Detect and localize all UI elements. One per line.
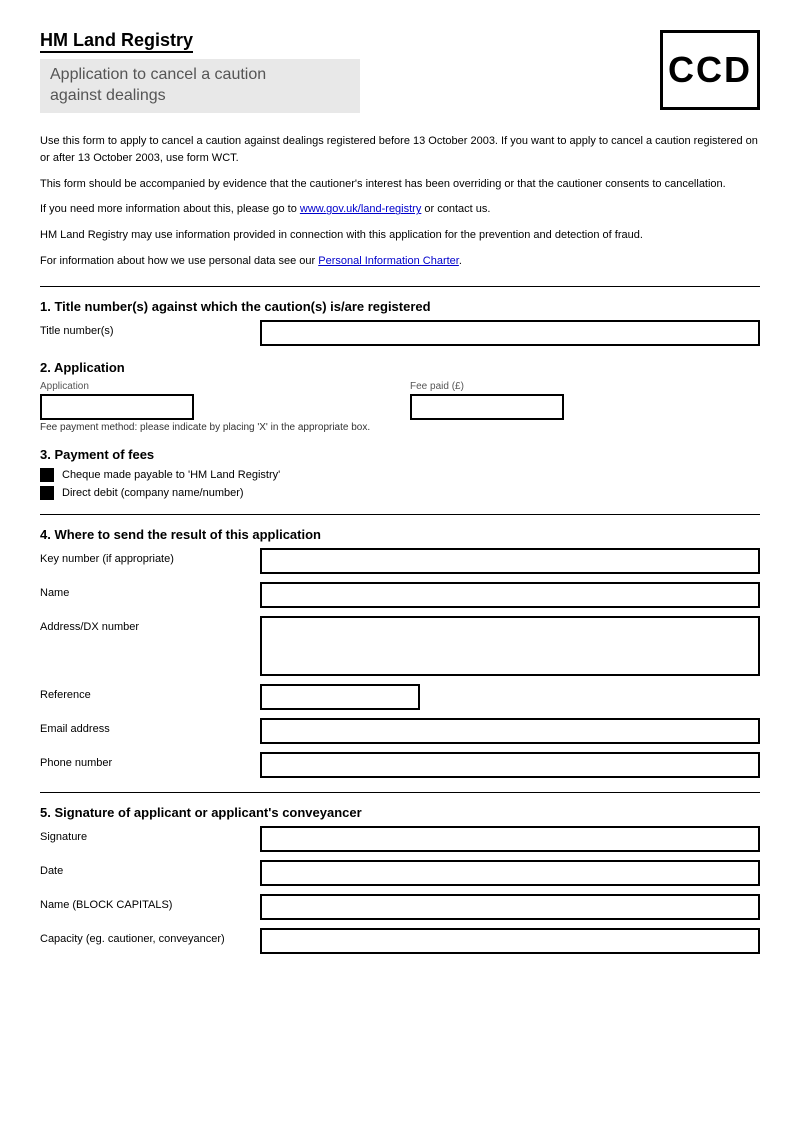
divider-2 [40,514,760,515]
section-2-title: 2. Application [40,360,760,375]
date-label: Date [40,860,260,879]
header-left: HM Land Registry Application to cancel a… [40,30,660,113]
section-1-title: 1. Title number(s) against which the cau… [40,299,760,314]
address-row: Address/DX number [40,616,760,676]
intro-para1: Use this form to apply to cancel a cauti… [40,133,760,168]
signature-row: Signature [40,826,760,852]
section-4: 4. Where to send the result of this appl… [40,527,760,778]
name2-input[interactable] [260,894,760,920]
divider-1 [40,286,760,287]
date-input[interactable] [260,860,760,886]
intro-para2: This form should be accompanied by evide… [40,176,760,194]
divider-3 [40,792,760,793]
checkbox-debit[interactable] [40,486,54,500]
email-row: Email address [40,718,760,744]
phone-label: Phone number [40,752,260,771]
checkbox-cheque-label: Cheque made payable to 'HM Land Registry… [62,469,280,481]
section-2: 2. Application Application Fee paid (£) … [40,360,760,433]
date-row: Date [40,860,760,886]
section-4-title: 4. Where to send the result of this appl… [40,527,760,542]
key-number-input[interactable] [260,548,760,574]
phone-row: Phone number [40,752,760,778]
capacity-input[interactable] [260,928,760,954]
section-3: 3. Payment of fees Cheque made payable t… [40,447,760,500]
title-number-label: Title number(s) [40,320,260,339]
key-number-label: Key number (if appropriate) [40,548,260,567]
checkbox-row-1: Cheque made payable to 'HM Land Registry… [40,468,760,482]
personal-info-note: For information about how we use persona… [40,253,760,271]
website-link[interactable]: www.gov.uk/land-registry [300,203,421,215]
form-title: Application to cancel a caution against … [50,65,350,107]
intro-para3: If you need more information about this,… [40,201,760,219]
phone-input[interactable] [260,752,760,778]
email-label: Email address [40,718,260,737]
personal-info-link[interactable]: Personal Information Charter [318,255,459,267]
reference-row: Reference [40,684,760,710]
address-label: Address/DX number [40,616,260,635]
name2-label: Name (BLOCK CAPITALS) [40,894,260,913]
org-name: HM Land Registry [40,30,193,53]
intro-section: Use this form to apply to cancel a cauti… [40,133,760,271]
section-5: 5. Signature of applicant or applicant's… [40,805,760,954]
application-col: Application [40,381,390,420]
fee-col: Fee paid (£) [410,381,760,420]
checkbox-debit-label: Direct debit (company name/number) [62,487,244,499]
reference-input[interactable] [260,684,420,710]
section-5-title: 5. Signature of applicant or applicant's… [40,805,760,820]
signature-label: Signature [40,826,260,845]
section-2-cols: Application Fee paid (£) [40,381,760,420]
fee-input[interactable] [410,394,564,420]
capacity-label: Capacity (eg. cautioner, conveyancer) [40,928,260,947]
page-header: HM Land Registry Application to cancel a… [40,30,760,113]
fee-col-label: Fee paid (£) [410,381,760,392]
address-input[interactable] [260,616,760,676]
form-title-box: Application to cancel a caution against … [40,59,360,113]
checkbox-cheque[interactable] [40,468,54,482]
name-label: Name [40,582,260,601]
key-number-row: Key number (if appropriate) [40,548,760,574]
email-input[interactable] [260,718,760,744]
name-input[interactable] [260,582,760,608]
section-1: 1. Title number(s) against which the cau… [40,299,760,346]
capacity-row: Capacity (eg. cautioner, conveyancer) [40,928,760,954]
name2-row: Name (BLOCK CAPITALS) [40,894,760,920]
reference-label: Reference [40,684,260,703]
title-number-input[interactable] [260,320,760,346]
ccd-logo: CCD [660,30,760,110]
application-input[interactable] [40,394,194,420]
intro-para5: HM Land Registry may use information pro… [40,227,760,245]
section-3-title: 3. Payment of fees [40,447,760,462]
signature-input[interactable] [260,826,760,852]
checkbox-row-2: Direct debit (company name/number) [40,486,760,500]
fee-note: Fee payment method: please indicate by p… [40,422,760,433]
title-number-row: Title number(s) [40,320,760,346]
name-row: Name [40,582,760,608]
application-col-label: Application [40,381,390,392]
